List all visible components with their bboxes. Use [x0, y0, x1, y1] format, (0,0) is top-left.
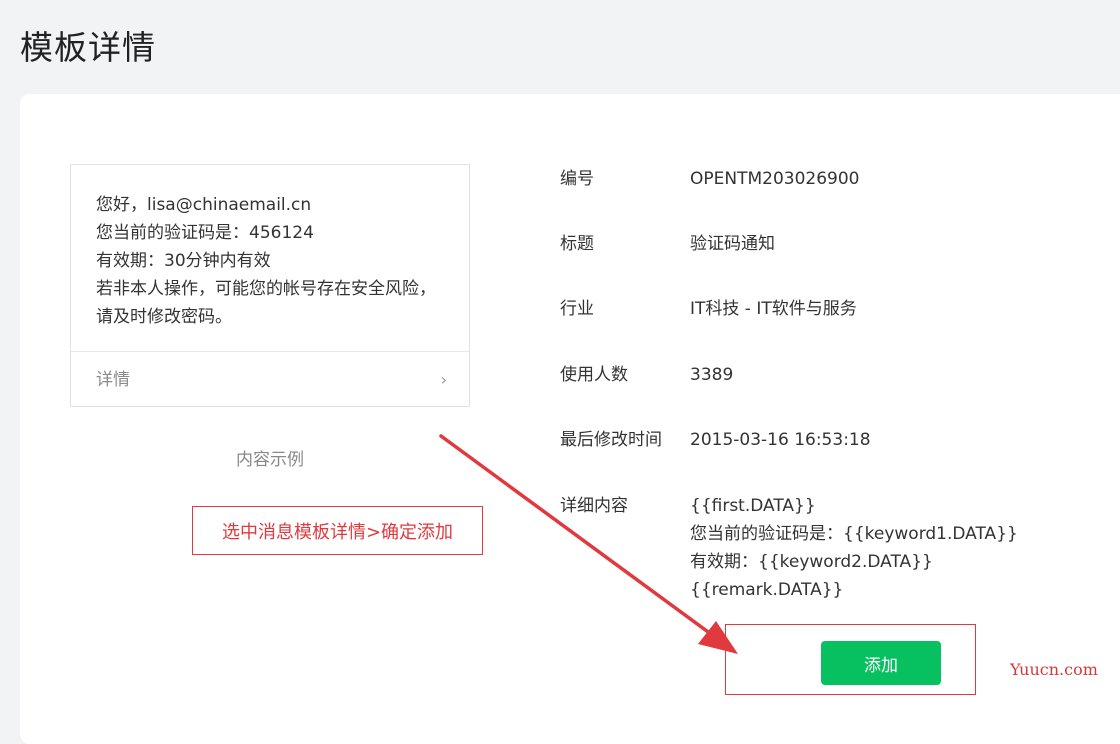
info-label: 详细内容 — [560, 496, 628, 516]
detail-content-line: {{remark.DATA}} — [690, 580, 844, 600]
info-label: 使用人数 — [560, 365, 628, 385]
preview-detail-link[interactable]: 详情 › — [96, 365, 449, 395]
chevron-right-icon: › — [440, 370, 447, 389]
info-value: OPENTM203026900 — [690, 169, 860, 189]
info-label: 最后修改时间 — [560, 430, 662, 450]
preview-line: 有效期：30分钟内有效 — [96, 251, 271, 271]
preview-line: 请及时修改密码。 — [96, 307, 232, 327]
page-title: 模板详情 — [20, 28, 156, 67]
detail-content-lines: {{first.DATA}} 您当前的验证码是：{{keyword1.DATA}… — [690, 492, 1018, 604]
preview-line: 您好，lisa@chinaemail.cn — [96, 195, 312, 215]
preview-divider — [71, 351, 469, 352]
preview-message: 您好，lisa@chinaemail.cn 您当前的验证码是：456124 有效… — [71, 165, 469, 331]
detail-content-line: {{first.DATA}} — [690, 496, 816, 516]
info-value: 2015-03-16 16:53:18 — [690, 430, 871, 450]
info-value: IT科技 - IT软件与服务 — [690, 299, 857, 319]
preview-line: 您当前的验证码是：456124 — [96, 223, 314, 243]
add-button[interactable]: 添加 — [821, 641, 941, 685]
watermark: Yuucn.com — [1010, 660, 1098, 679]
info-value: 3389 — [690, 365, 734, 385]
annotation-callout: 选中消息模板详情>确定添加 — [192, 506, 483, 555]
detail-content-line: 有效期：{{keyword2.DATA}} — [690, 552, 933, 572]
content-preview-card: 您好，lisa@chinaemail.cn 您当前的验证码是：456124 有效… — [70, 164, 470, 407]
info-value: 验证码通知 — [690, 234, 775, 254]
info-label: 标题 — [560, 234, 594, 254]
preview-caption: 内容示例 — [236, 450, 304, 470]
detail-content-line: 您当前的验证码是：{{keyword1.DATA}} — [690, 524, 1018, 544]
info-label: 行业 — [560, 299, 594, 319]
preview-detail-label: 详情 — [96, 370, 130, 390]
preview-line: 若非本人操作，可能您的帐号存在安全风险， — [96, 279, 436, 299]
info-label: 编号 — [560, 169, 594, 189]
